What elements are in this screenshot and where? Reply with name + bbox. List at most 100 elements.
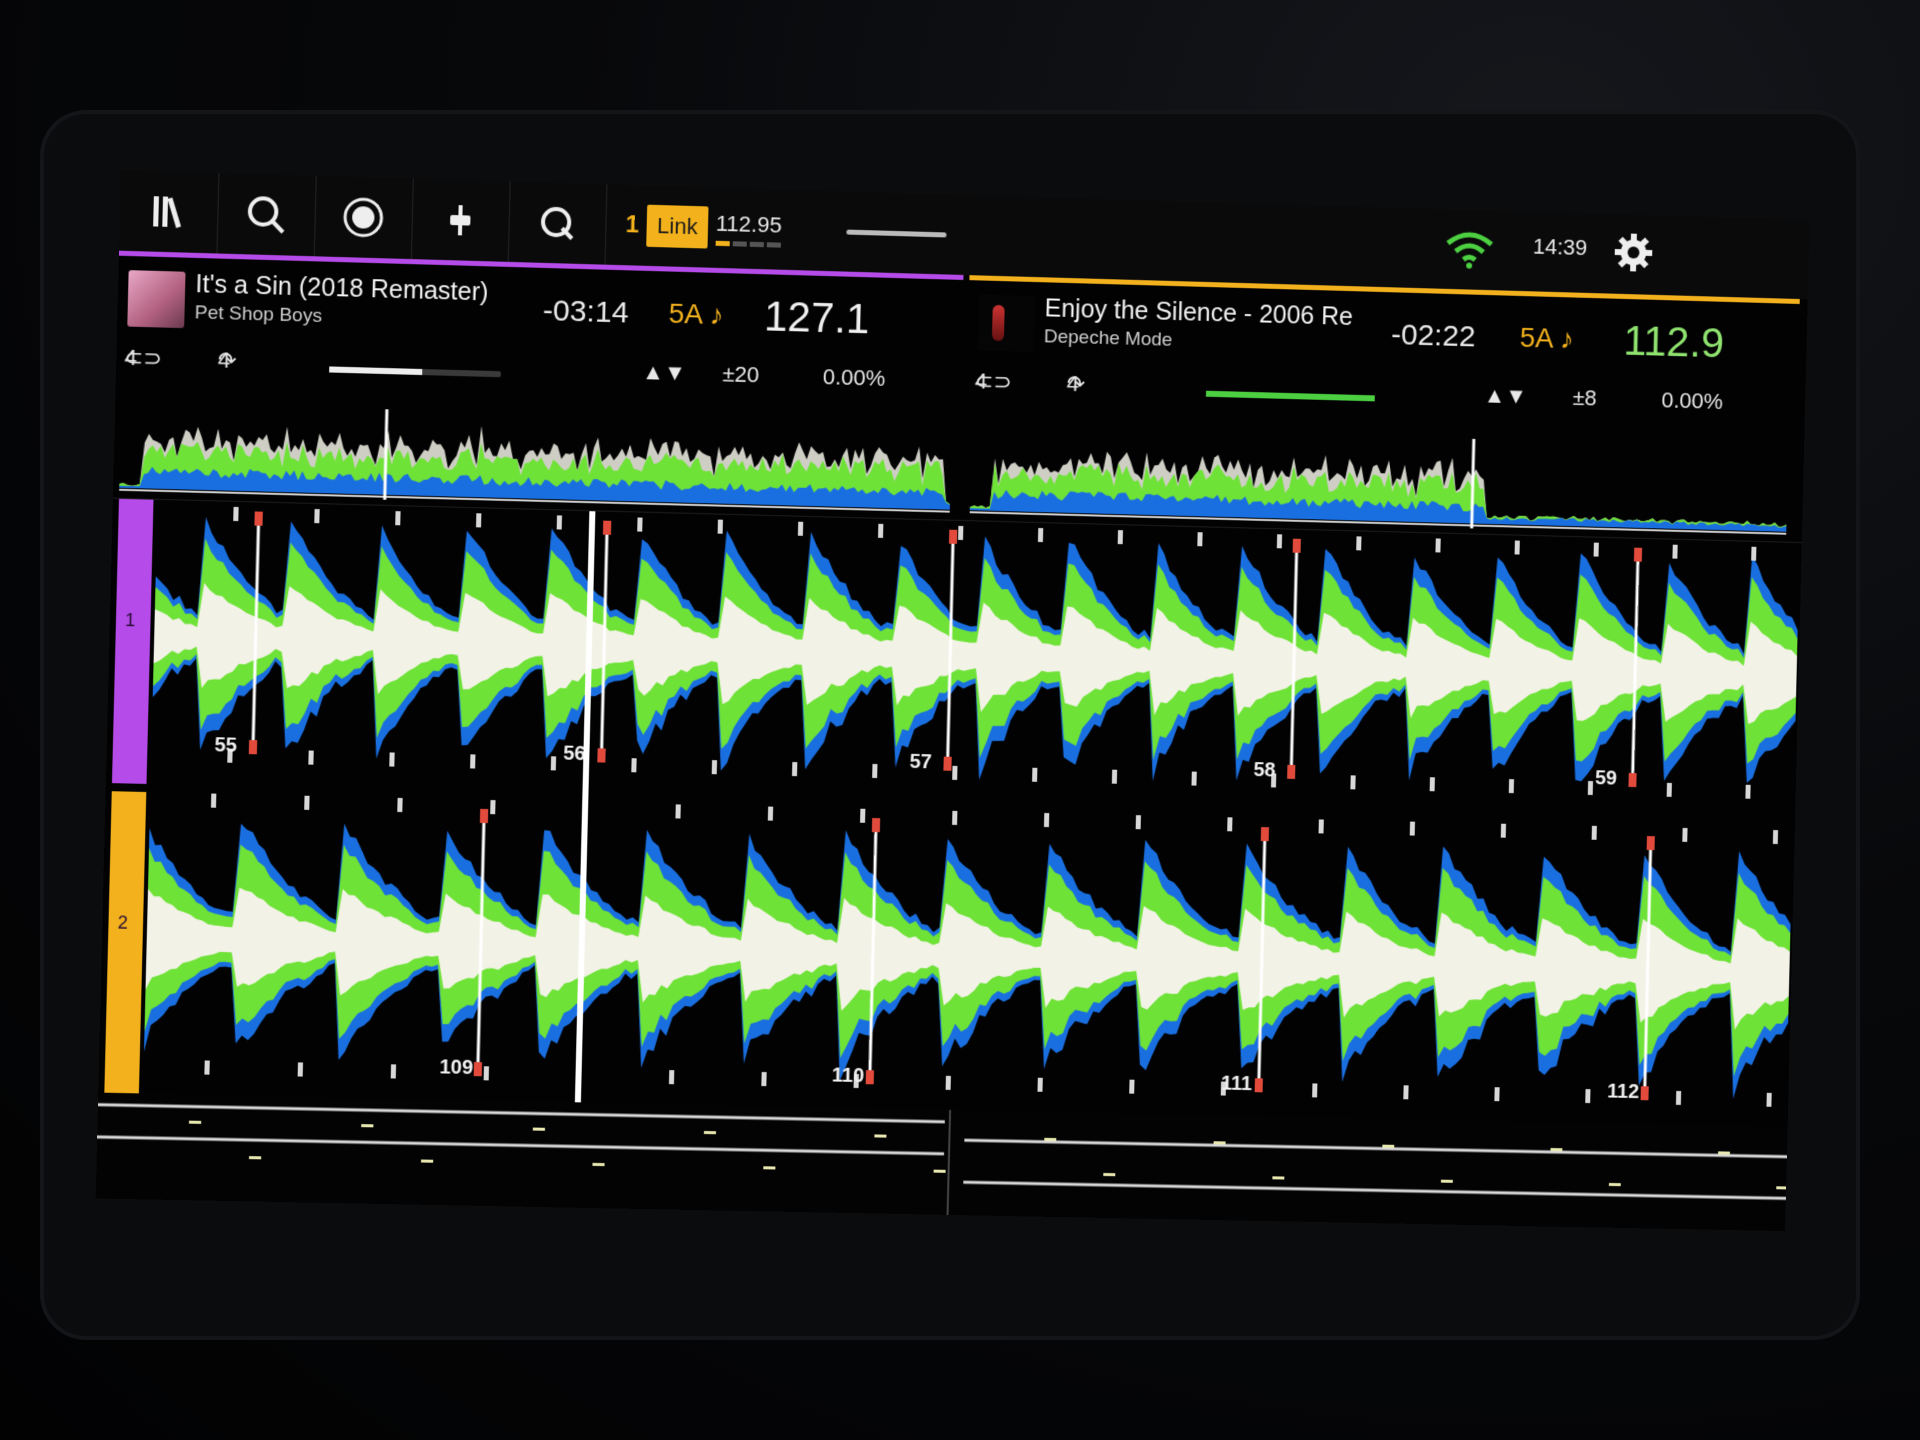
- pitch-range-deck-2[interactable]: ±8: [1572, 385, 1597, 411]
- wifi-icon: [1443, 229, 1495, 270]
- beat-tick: [475, 513, 482, 528]
- beat-tick: [397, 797, 403, 813]
- ableton-link-group[interactable]: 1 Link 112.95: [625, 203, 782, 252]
- beat-tick: [297, 1062, 304, 1077]
- beat-tick: [490, 800, 496, 815]
- clock: 14:39: [1532, 233, 1588, 261]
- quantize-icon: [533, 199, 580, 247]
- beat-tick: [1772, 830, 1779, 845]
- deck-1-strip[interactable]: 1: [111, 498, 154, 784]
- time-remaining-deck-1: -03:14: [542, 294, 629, 330]
- bar-number-deck-2: 112: [1607, 1081, 1639, 1103]
- dj-app-screen: 1 Link 112.95 14:39 It's a Sin (2018 Rem…: [95, 170, 1810, 1232]
- beat-tick: [1032, 768, 1039, 783]
- beat-tick: [1403, 1085, 1409, 1100]
- album-art-deck-1: [127, 270, 186, 329]
- deck-2-label: 2: [117, 912, 129, 933]
- beat-tick: [761, 1072, 767, 1087]
- bpm-deck-1: 127.1: [763, 292, 871, 343]
- gear-icon[interactable]: [1611, 230, 1655, 275]
- cue-flag: [1260, 827, 1270, 842]
- beat-tick: [204, 1060, 210, 1075]
- quantize-button[interactable]: [507, 181, 608, 265]
- cue-flag: [1287, 764, 1296, 779]
- record-icon: [339, 194, 387, 242]
- beat-tick: [1435, 538, 1441, 553]
- beat-tick: [1191, 771, 1197, 786]
- track-artist-deck-1: Pet Shop Boys: [194, 302, 323, 327]
- track-title-deck-1: It's a Sin (2018 Remaster): [195, 270, 489, 307]
- deck-2-controls: ⊂⊃ 4 ↷ 4 ▲▼ ±8 0.00%: [966, 368, 1797, 425]
- beat-tick: [1350, 775, 1356, 790]
- beat-tick: [1276, 534, 1283, 549]
- scrolling-waveforms[interactable]: 1 2 55 56 57 58 59 109 110 111 112: [98, 497, 1802, 1128]
- pull-down-handle[interactable]: [846, 229, 947, 238]
- beat-tick: [389, 752, 395, 767]
- beat-tick: [1038, 528, 1045, 543]
- beat-tick: [314, 509, 320, 524]
- beat-tick: [952, 765, 958, 780]
- link-bpm-value: 112.95: [715, 210, 783, 238]
- sync-arrows-icon[interactable]: ▲▼: [1483, 382, 1528, 409]
- beat-tick: [1227, 817, 1233, 832]
- library-button[interactable]: [118, 170, 220, 254]
- bar-number-deck-2: 109: [439, 1056, 473, 1079]
- beat-tick: [1745, 784, 1751, 799]
- link-badge[interactable]: Link: [646, 204, 709, 249]
- cue-flag: [871, 817, 880, 832]
- beat-tick: [550, 756, 557, 771]
- track-overview-deck-2[interactable]: [970, 415, 1789, 536]
- beat-tick: [767, 806, 774, 821]
- sync-arrows-icon[interactable]: ▲▼: [642, 359, 686, 386]
- cue-flag: [248, 740, 258, 755]
- cue-flag: [1254, 1078, 1263, 1093]
- bar-number-deck-1: 57: [909, 751, 932, 773]
- beat-tick: [1766, 1092, 1772, 1107]
- key-deck-1: 5A ♪: [668, 297, 724, 331]
- mixer-button[interactable]: [410, 178, 511, 262]
- beat-tick: [395, 511, 401, 526]
- deck-1-controls: ⊂⊃ 4 ↷ 4 ▲▼ ±20 0.00%: [116, 344, 961, 402]
- beat-tick: [1593, 542, 1599, 557]
- beat-tick: [1494, 1087, 1500, 1102]
- beat-tick: [483, 1066, 490, 1081]
- beat-tick: [1675, 1090, 1682, 1105]
- cue-flag: [254, 511, 263, 526]
- deck-1-panel: It's a Sin (2018 Remaster) Pet Shop Boys…: [112, 250, 964, 520]
- search-button[interactable]: [216, 172, 317, 257]
- cue-flag: [1292, 538, 1301, 553]
- beat-tick: [1666, 782, 1672, 797]
- beat-tick: [1318, 819, 1324, 834]
- mixer-icon: [450, 205, 471, 236]
- cue-flag: [865, 1070, 875, 1085]
- bar-number-deck-2: 111: [1221, 1073, 1253, 1095]
- record-button[interactable]: [313, 175, 414, 260]
- pitch-range-deck-1[interactable]: ±20: [722, 361, 759, 388]
- beat-tick: [1751, 546, 1757, 561]
- bar-number-deck-1: 58: [1253, 759, 1276, 781]
- beat-tick: [711, 760, 718, 775]
- album-art-deck-2: [977, 294, 1035, 352]
- beat-tick: [791, 762, 798, 777]
- bar-number-deck-2: 110: [832, 1065, 865, 1088]
- track-overview-deck-1[interactable]: [119, 392, 952, 515]
- key-deck-2: 5A ♪: [1519, 321, 1575, 355]
- beat-tick: [1038, 1078, 1044, 1093]
- cue-flag: [602, 520, 612, 535]
- bar-number-deck-1: 56: [563, 743, 586, 766]
- search-icon: [242, 191, 290, 239]
- jump-size-deck-2: 4: [1066, 370, 1080, 397]
- link-peer-count: 1: [625, 211, 640, 239]
- beat-tick: [1514, 540, 1520, 555]
- deck-2-strip[interactable]: 2: [104, 791, 147, 1095]
- beat-tick: [958, 525, 964, 541]
- beat-tick: [1508, 779, 1515, 794]
- waveform-canvas[interactable]: 55 56 57 58 59 109 110 111 112: [143, 500, 1802, 1128]
- loop-size-deck-1: 4: [124, 344, 138, 371]
- beat-tick: [470, 754, 476, 769]
- cue-flag: [479, 808, 489, 824]
- link-bpm: 112.95: [715, 210, 783, 248]
- beat-tick: [871, 763, 877, 778]
- pitch-value-deck-2: 0.00%: [1661, 387, 1724, 414]
- beat-tick: [556, 515, 563, 530]
